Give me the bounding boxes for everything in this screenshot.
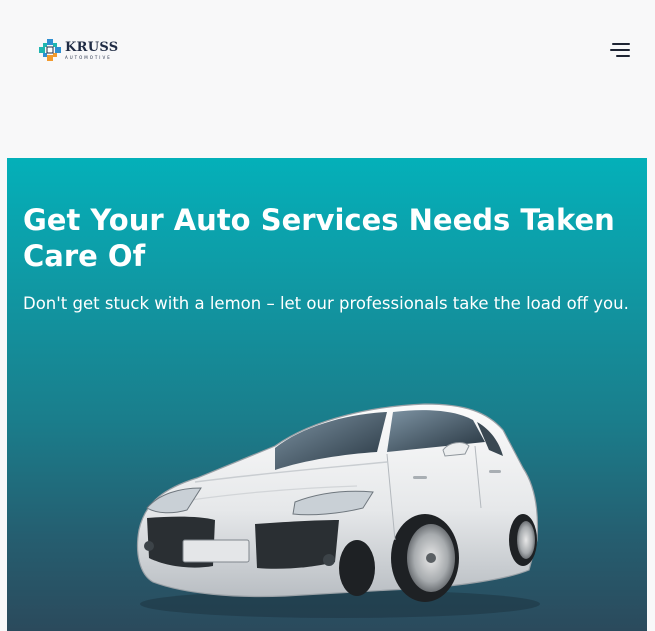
car-image xyxy=(136,403,540,618)
menu-line xyxy=(610,49,630,51)
hamburger-menu-icon[interactable] xyxy=(606,40,630,60)
car-shadow xyxy=(140,590,540,618)
logo-name: KRUSS xyxy=(65,39,119,55)
hero-title: Get Your Auto Services Needs Taken Care … xyxy=(23,203,615,273)
logo-icon xyxy=(39,39,61,61)
front-wheel xyxy=(339,540,375,596)
license-plate xyxy=(182,539,250,563)
menu-line xyxy=(616,55,630,57)
menu-line xyxy=(612,43,630,45)
page: KRUSS AUTOMOTIVE Get Your Auto Services … xyxy=(0,0,655,631)
site-header: KRUSS AUTOMOTIVE xyxy=(0,0,655,158)
hero-section: Get Your Auto Services Needs Taken Care … xyxy=(7,158,647,631)
logo-subtitle: AUTOMOTIVE xyxy=(65,54,112,60)
logo-link[interactable]: KRUSS AUTOMOTIVE xyxy=(38,36,120,64)
logo-text: KRUSS AUTOMOTIVE xyxy=(65,41,118,60)
hero-subtitle: Don't get stuck with a lemon – let our p… xyxy=(23,294,629,313)
